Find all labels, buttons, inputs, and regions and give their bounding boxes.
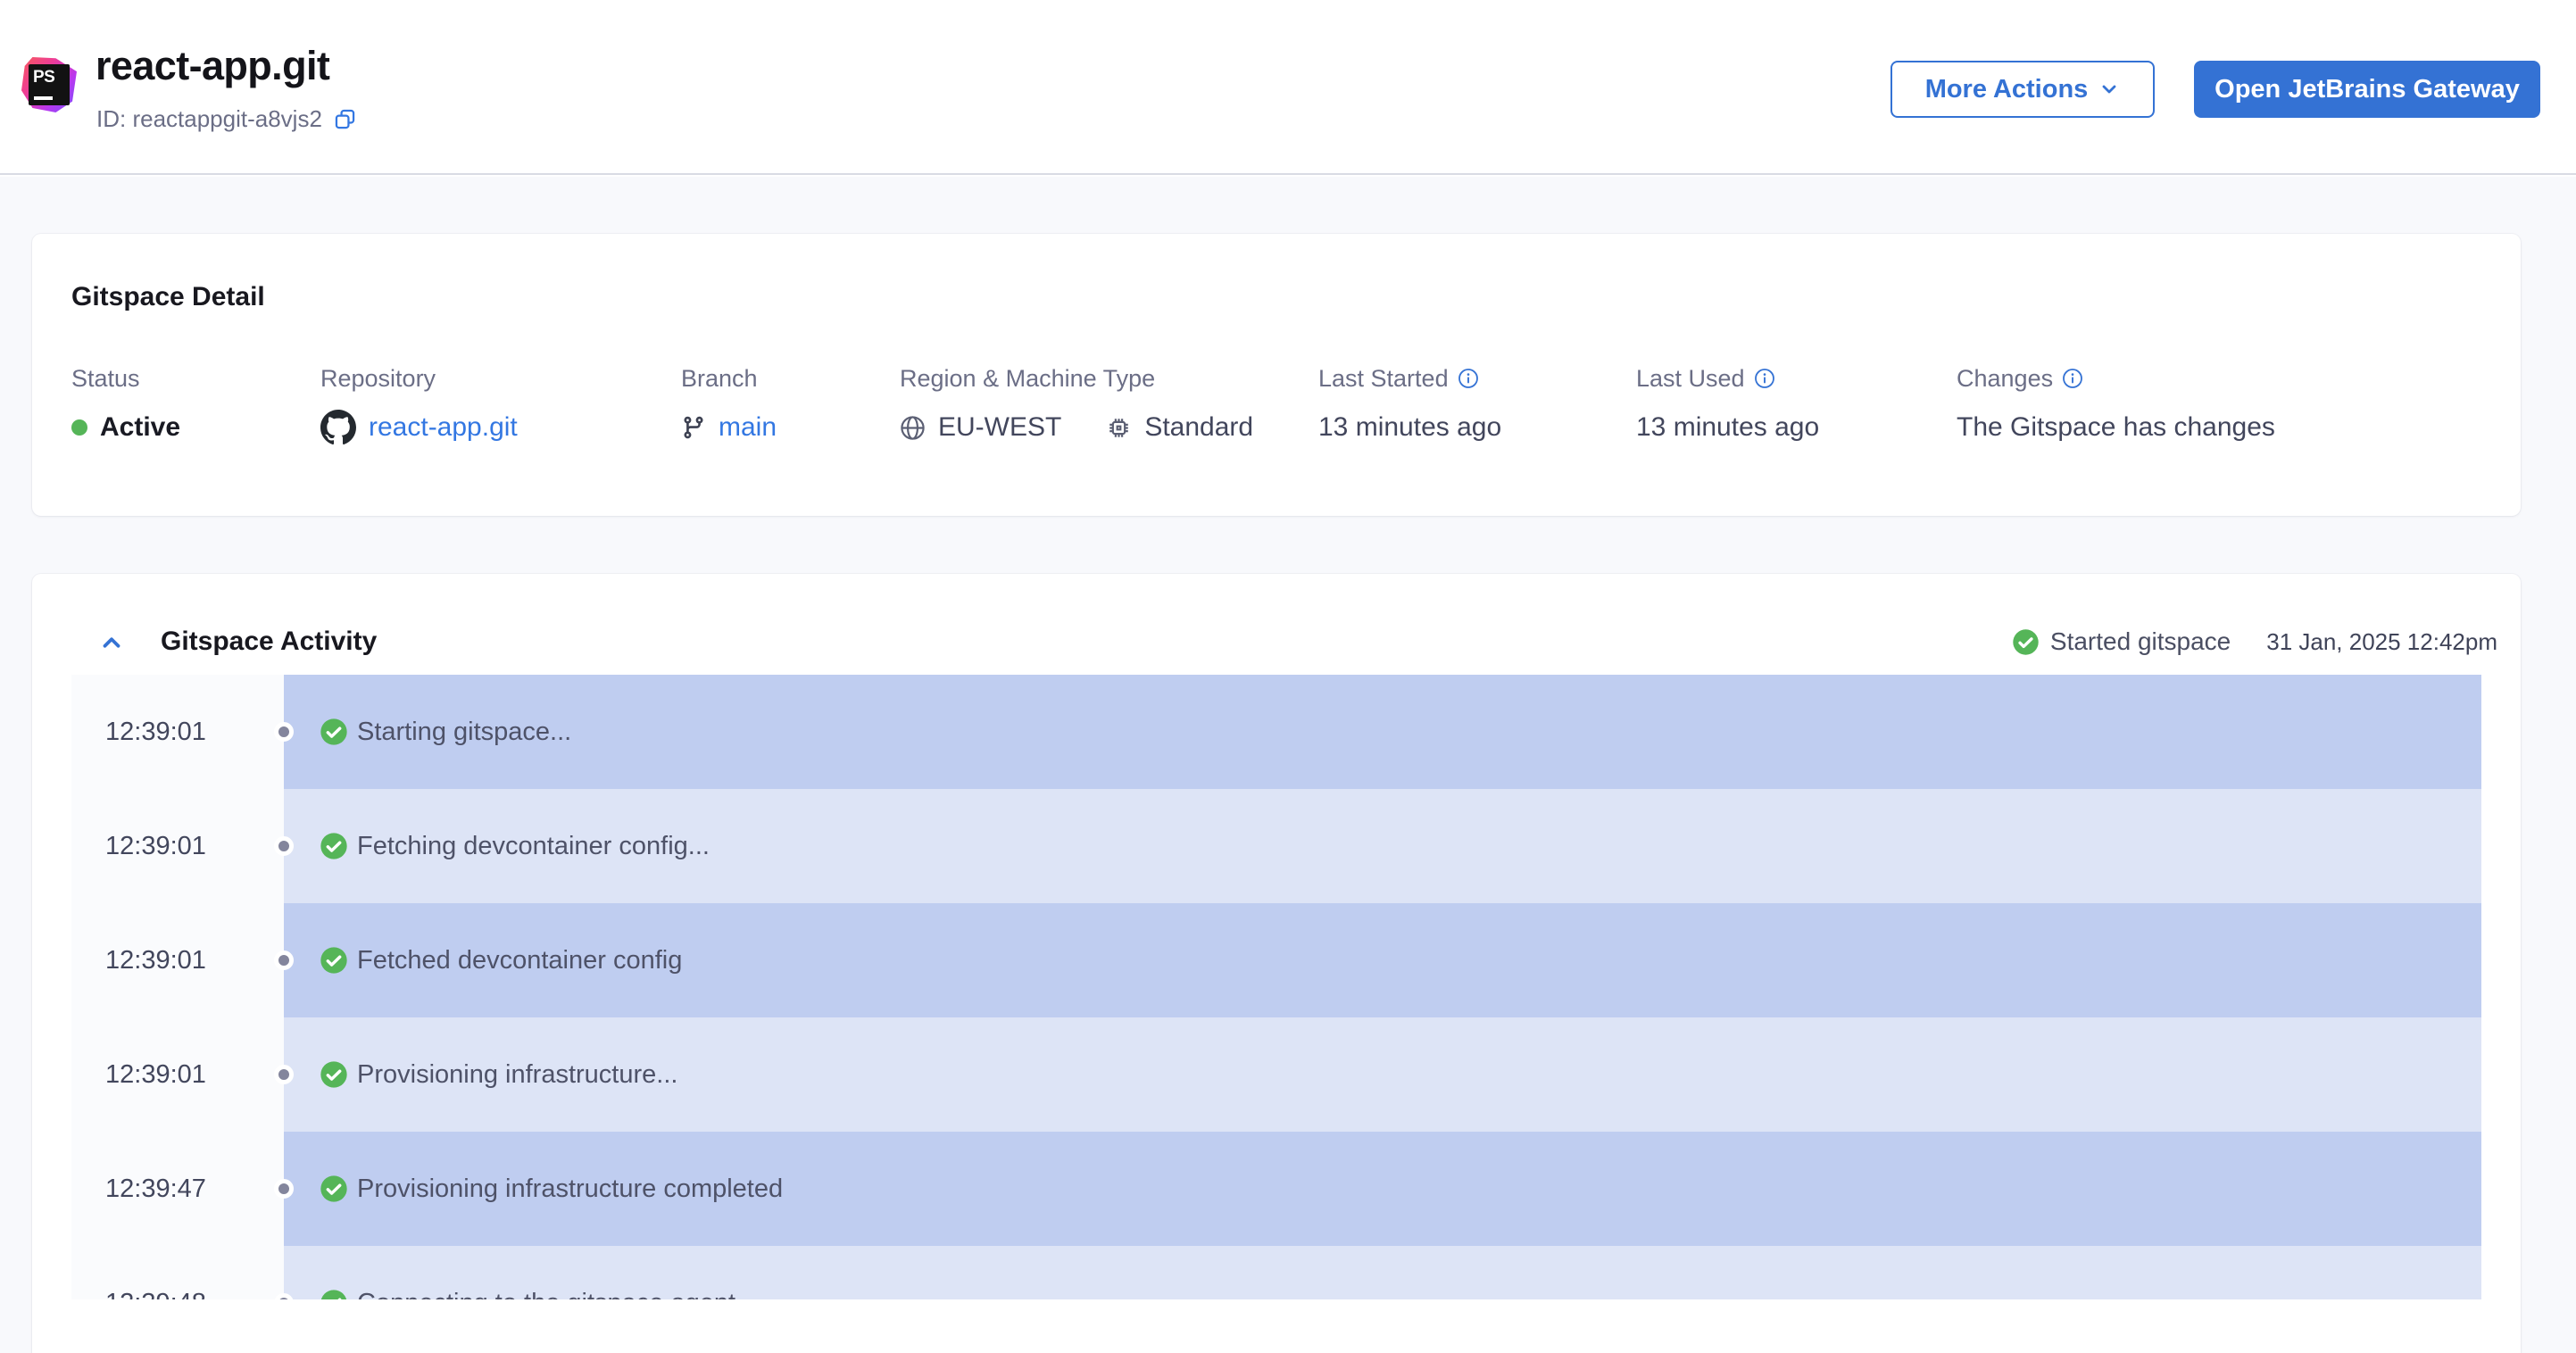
gitspace-activity-card: Gitspace Activity Started gitspace 31 Ja… xyxy=(32,574,2521,1353)
status-label: Status xyxy=(71,364,140,392)
status-value: Active xyxy=(100,412,181,442)
repository-label: Repository xyxy=(320,364,436,392)
changes-value: The Gitspace has changes xyxy=(1957,412,2275,442)
activity-header: Gitspace Activity Started gitspace 31 Ja… xyxy=(32,574,2521,675)
activity-time: 12:39:47 xyxy=(71,1132,284,1246)
field-region-machine: Region & Machine Type EU-WEST Standard xyxy=(900,364,1253,448)
info-icon[interactable] xyxy=(1754,368,1775,389)
activity-row-content: Fetching devcontainer config... xyxy=(284,789,2481,903)
success-check-icon xyxy=(320,832,348,860)
activity-status: Started gitspace 31 Jan, 2025 12:42pm xyxy=(2012,624,2497,660)
activity-message: Provisioning infrastructure... xyxy=(357,1059,678,1089)
activity-row-content: Fetched devcontainer config xyxy=(284,903,2481,1017)
activity-row: 12:39:01 Provisioning infrastructure... xyxy=(71,1017,2481,1132)
activity-time: 12:39:01 xyxy=(71,789,284,903)
activity-message: Fetching devcontainer config... xyxy=(357,831,710,860)
activity-row-content: Provisioning infrastructure... xyxy=(284,1017,2481,1132)
git-branch-icon xyxy=(681,415,706,440)
field-repository: Repository react-app.git xyxy=(320,364,518,448)
region-machine-label: Region & Machine Type xyxy=(900,364,1156,392)
activity-log: 12:39:01 Starting gitspace... 12:39:01 F… xyxy=(71,675,2481,1299)
timeline-dot xyxy=(274,950,294,970)
activity-time: 12:39:48 xyxy=(71,1246,284,1299)
activity-card-title: Gitspace Activity xyxy=(161,627,378,656)
activity-time: 12:39:01 xyxy=(71,1017,284,1132)
success-check-icon xyxy=(320,946,348,975)
activity-time: 12:39:01 xyxy=(71,903,284,1017)
field-branch: Branch main xyxy=(681,364,777,448)
activity-row: 12:39:01 Fetching devcontainer config... xyxy=(71,789,2481,903)
activity-row: 12:39:48 Connecting to the gitspace agen… xyxy=(71,1246,2481,1299)
activity-row-content: Connecting to the gitspace agent... xyxy=(284,1246,2481,1299)
success-check-icon xyxy=(320,1060,348,1089)
last-used-label: Last Used xyxy=(1636,364,1745,392)
top-bar-actions: More Actions Open JetBrains Gateway xyxy=(1890,61,2540,118)
gitspace-detail-card: Gitspace Detail Status Active Repository… xyxy=(32,234,2521,516)
timeline-dot xyxy=(274,1179,294,1199)
activity-message: Starting gitspace... xyxy=(357,717,572,746)
region-value: EU-WEST xyxy=(938,412,1062,442)
field-last-used: Last Used 13 minutes ago xyxy=(1636,364,1819,448)
top-bar: PS react-app.git ID: reactappgit-a8vjs2 … xyxy=(0,0,2576,175)
more-actions-label: More Actions xyxy=(1924,74,2089,104)
copy-icon[interactable] xyxy=(333,107,357,131)
cpu-chip-icon xyxy=(1106,415,1132,441)
activity-message: Fetched devcontainer config xyxy=(357,945,683,975)
detail-card-title: Gitspace Detail xyxy=(71,282,265,311)
success-check-icon xyxy=(320,718,348,746)
changes-label: Changes xyxy=(1957,364,2054,392)
page-title: react-app.git xyxy=(96,43,330,88)
activity-time: 12:39:01 xyxy=(71,675,284,789)
success-check-icon xyxy=(2012,628,2040,656)
branch-label: Branch xyxy=(681,364,758,392)
timeline-dot xyxy=(274,1065,294,1084)
phpstorm-logo-icon: PS xyxy=(21,57,77,112)
activity-timestamp: 31 Jan, 2025 12:42pm xyxy=(2266,627,2497,655)
field-last-started: Last Started 13 minutes ago xyxy=(1318,364,1501,448)
logo-black-square: PS xyxy=(29,64,70,105)
activity-row-content: Starting gitspace... xyxy=(284,675,2481,789)
activity-message: Connecting to the gitspace agent... xyxy=(357,1289,757,1300)
field-status: Status Active xyxy=(71,364,180,448)
last-used-value: 13 minutes ago xyxy=(1636,412,1820,442)
logo-underscore xyxy=(34,96,53,100)
field-changes: Changes The Gitspace has changes xyxy=(1957,364,2275,448)
last-started-value: 13 minutes ago xyxy=(1318,412,1502,442)
globe-icon xyxy=(900,415,926,441)
chevron-down-icon xyxy=(2102,85,2116,94)
chevron-up-icon[interactable] xyxy=(98,629,125,656)
last-started-label: Last Started xyxy=(1318,364,1449,392)
activity-message: Provisioning infrastructure completed xyxy=(357,1174,784,1203)
activity-status-label: Started gitspace xyxy=(2049,627,2231,655)
activity-row: 12:39:01 Starting gitspace... xyxy=(71,675,2481,789)
main-content: Gitspace Detail Status Active Repository… xyxy=(0,177,2576,1353)
more-actions-button[interactable]: More Actions xyxy=(1890,61,2155,118)
github-icon xyxy=(320,410,356,445)
activity-row: 12:39:47 Provisioning infrastructure com… xyxy=(71,1132,2481,1246)
open-jetbrains-gateway-button[interactable]: Open JetBrains Gateway xyxy=(2194,61,2540,118)
gitspace-id-line: ID: reactappgit-a8vjs2 xyxy=(96,105,357,133)
activity-row-content: Provisioning infrastructure completed xyxy=(284,1132,2481,1246)
gitspace-id-text: ID: reactappgit-a8vjs2 xyxy=(96,105,322,132)
logo-ps-text: PS xyxy=(33,68,55,87)
info-icon[interactable] xyxy=(1458,368,1479,389)
status-active-dot xyxy=(71,419,87,436)
success-check-icon xyxy=(320,1175,348,1203)
machine-type-value: Standard xyxy=(1144,412,1254,442)
activity-row: 12:39:01 Fetched devcontainer config xyxy=(71,903,2481,1017)
repository-link[interactable]: react-app.git xyxy=(369,412,518,443)
branch-link[interactable]: main xyxy=(719,412,777,443)
info-icon[interactable] xyxy=(2062,368,2083,389)
timeline-dot xyxy=(274,722,294,742)
timeline-dot xyxy=(274,836,294,856)
success-check-icon xyxy=(320,1289,348,1299)
